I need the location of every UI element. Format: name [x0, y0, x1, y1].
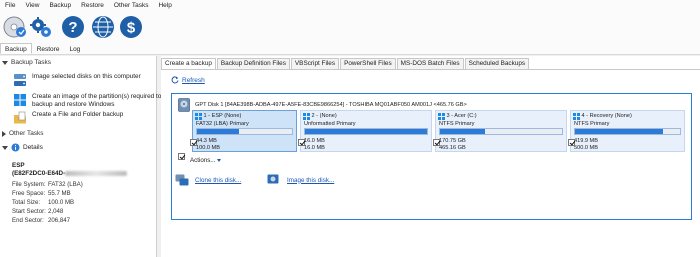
task-image-disks[interactable]: Image selected disks on this computer: [13, 73, 141, 87]
backup-toolbar-button[interactable]: [2, 14, 28, 40]
toolbar-tabs: Backup Restore Log: [0, 43, 85, 54]
tab-backup[interactable]: Backup: [0, 43, 32, 54]
svg-text:$: $: [127, 20, 136, 37]
partition-card[interactable]: 4 - Recovery (None) NTFS Primary 419.9 M…: [568, 110, 685, 152]
help-toolbar-button[interactable]: ?: [60, 14, 86, 40]
details-row: File System: FAT32 (LBA): [12, 181, 83, 188]
disks-icon: [14, 74, 26, 86]
menu-file[interactable]: File: [0, 0, 20, 11]
partition-usage-bar: [304, 128, 428, 135]
refresh-icon: [171, 76, 179, 84]
usage-fill: [197, 129, 240, 134]
partition-usage-bar: [196, 128, 293, 135]
collapse-icon: [2, 145, 8, 150]
chevron-down-icon: [217, 159, 222, 162]
partition-card[interactable]: 1 - ESP (None) FAT32 (LBA) Primary 44.3 …: [190, 110, 297, 152]
left-panel: Backup Tasks Image selected disks on thi…: [0, 56, 161, 257]
refresh-link[interactable]: Refresh: [171, 76, 205, 84]
usage-fill: [305, 129, 427, 134]
task-image-windows[interactable]: Create an image of the partition(s) requ…: [13, 93, 162, 109]
menu-view[interactable]: View: [20, 0, 44, 11]
gears-icon: [30, 17, 51, 37]
details-row: Free Space: 55.7 MB: [12, 190, 71, 197]
buy-toolbar-button[interactable]: $: [118, 14, 144, 40]
disk-checkbox[interactable]: [178, 153, 185, 160]
image-disk-link[interactable]: Image this disk...: [267, 174, 334, 186]
usage-fill: [440, 129, 485, 134]
windows-icon: [14, 94, 26, 106]
tab-log[interactable]: Log: [64, 43, 85, 54]
image-disk-icon: [267, 174, 279, 184]
partition-checkbox[interactable]: [298, 139, 305, 146]
backup-tasks-header[interactable]: Backup Tasks: [2, 59, 51, 66]
partition-usage-bar: [439, 128, 563, 135]
globe-icon: [92, 16, 114, 38]
clone-disk-link[interactable]: Clone this disk...: [175, 174, 241, 186]
tab-backup-definition-files[interactable]: Backup Definition Files: [216, 58, 290, 69]
tab-powershell-files[interactable]: PowerShell Files: [340, 58, 396, 69]
tab-create-backup[interactable]: Create a backup: [161, 58, 216, 69]
main-tabs: Create a backup Backup Definition Files …: [161, 58, 530, 69]
collapse-icon: [2, 60, 8, 65]
question-icon: ?: [62, 16, 84, 38]
partition-checkbox[interactable]: [568, 139, 575, 146]
partition-usage-bar: [574, 128, 681, 135]
folder-file-icon: [14, 111, 26, 124]
tab-msdos-batch-files[interactable]: MS-DOS Batch Files: [396, 58, 464, 69]
web-toolbar-button[interactable]: [90, 14, 116, 40]
toolbar: ? $ Backup Restore Log: [0, 11, 700, 55]
tab-scheduled-backups[interactable]: Scheduled Backups: [464, 58, 530, 69]
tab-restore[interactable]: Restore: [32, 43, 65, 54]
hard-disk-icon: [178, 98, 190, 112]
menu-restore[interactable]: Restore: [76, 0, 109, 11]
details-row: Total Size: 100.0 MB: [12, 199, 75, 206]
redacted-blur: [65, 170, 128, 176]
menu-help[interactable]: Help: [153, 0, 176, 11]
windows-icon: [303, 113, 310, 120]
disk-panel: GPT Disk 1 [84AE398B-ADBA-497E-A5FE-83CB…: [171, 93, 692, 220]
partition-card[interactable]: 3 - Acer (C:) NTFS Primary 170.75 GB 465.…: [433, 110, 567, 152]
windows-icon: [573, 113, 580, 120]
windows-icon: [195, 113, 202, 120]
menu-bar: File View Backup Restore Other Tasks Hel…: [0, 0, 700, 11]
other-tasks-header[interactable]: Other Tasks: [2, 130, 44, 137]
dollar-icon: $: [120, 16, 142, 38]
details-header[interactable]: Details: [2, 143, 43, 152]
menu-backup[interactable]: Backup: [44, 0, 76, 11]
main-panel: Create a backup Backup Definition Files …: [161, 56, 700, 257]
usage-fill: [575, 129, 664, 134]
info-icon: [11, 143, 20, 152]
partition-card[interactable]: 2 - (None) Unformatted Primary 16.0 MB 16…: [298, 110, 432, 152]
svg-text:?: ?: [68, 19, 77, 36]
clone-disk-icon: [175, 174, 189, 186]
tab-vbscript-files[interactable]: VBScript Files: [290, 58, 340, 69]
actions-dropdown[interactable]: Actions...: [190, 157, 222, 164]
settings-toolbar-button[interactable]: [28, 14, 54, 40]
partition-checkbox[interactable]: [190, 139, 197, 146]
details-row: Start Sector: 2,048: [12, 208, 64, 215]
details-row: End Sector: 206,847: [12, 217, 71, 224]
tab-divider: [161, 69, 700, 70]
expand-icon: [2, 130, 6, 137]
task-file-folder-backup[interactable]: Create a File and Folder backup: [13, 111, 123, 125]
disk-backup-icon: [3, 16, 26, 38]
details-partition-name: ESP (E82F2DC0-E64D-: [12, 162, 128, 178]
partition-checkbox[interactable]: [433, 139, 440, 146]
menu-other-tasks[interactable]: Other Tasks: [109, 0, 154, 11]
windows-icon: [438, 113, 445, 120]
